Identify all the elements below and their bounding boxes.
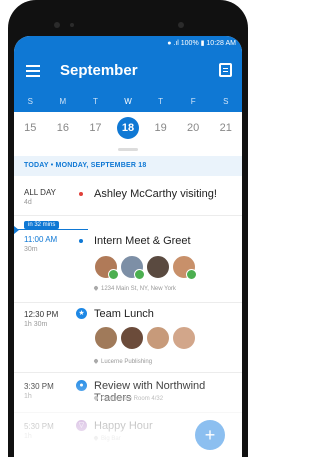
today-header: TODAY • MONDAY, SEPTEMBER 18: [14, 156, 242, 176]
event-duration: 1h 30m: [24, 321, 48, 328]
event-location: Lucerne Publishing: [93, 358, 153, 365]
event-title: Happy Hour: [94, 420, 153, 432]
weekday-label: M: [59, 97, 67, 106]
avatar[interactable]: [146, 255, 170, 279]
avatar[interactable]: [94, 255, 119, 280]
accepted-badge-icon: [186, 269, 197, 280]
add-event-button[interactable]: +: [195, 420, 225, 450]
event-title: Team Lunch: [94, 308, 154, 320]
avatar[interactable]: [172, 326, 196, 350]
date-cell[interactable]: 21: [209, 112, 242, 144]
accepted-badge-icon: [108, 269, 119, 280]
event-duration: 1h: [24, 393, 32, 400]
event-location-text: Big Bar: [101, 436, 121, 442]
phone-frame: ● .ıl 100% ▮ 10:28 AM September S M T W …: [8, 0, 248, 457]
agenda-event-row[interactable]: ALL DAY 4d Ashley McCarthy visiting!: [14, 176, 242, 216]
event-time: ALL DAY: [24, 188, 57, 197]
accepted-badge-icon: [134, 269, 145, 280]
now-indicator-label: in 32 mins: [24, 221, 60, 229]
event-duration: 30m: [24, 246, 38, 253]
weekday-label: S: [27, 97, 33, 106]
weekday-label: T: [93, 97, 98, 106]
event-time: 5:30 PM: [24, 422, 54, 431]
avatar[interactable]: [120, 255, 145, 280]
date-cell[interactable]: 20: [177, 112, 210, 144]
weekday-label: F: [190, 97, 196, 106]
weekday-label: S: [223, 97, 229, 106]
event-time: 12:30 PM: [24, 310, 59, 319]
utensils-icon: ★: [76, 308, 87, 319]
date-cell[interactable]: 19: [144, 112, 177, 144]
drag-handle[interactable]: [118, 148, 138, 151]
cocktail-icon: ▽: [76, 420, 87, 431]
status-bar: ● .ıl 100% ▮ 10:28 AM: [14, 36, 242, 52]
location-pin-icon: [93, 358, 99, 364]
date-strip: 15 16 17 18 19 20 21: [14, 112, 242, 144]
date-cell[interactable]: 15: [14, 112, 47, 144]
location-pin-icon: [93, 285, 99, 291]
event-duration: 1h: [24, 433, 32, 440]
weekday-header: S M T W T F S: [14, 92, 242, 112]
avatar[interactable]: [146, 326, 170, 350]
event-color-dot: [79, 192, 83, 196]
agenda-event-row[interactable]: 3:30 PM 1h ● Review with Northwind Trade…: [14, 373, 242, 413]
calendar-view-icon[interactable]: [219, 63, 232, 77]
hamburger-menu-icon[interactable]: [26, 65, 40, 77]
event-location: 1234 Main St, NY, New York: [93, 285, 176, 292]
event-location: Conference Room 4/32: [93, 395, 164, 402]
date-cell-selected[interactable]: 18: [112, 112, 145, 144]
camera-dot: [54, 22, 60, 28]
now-indicator-line: [14, 229, 88, 230]
people-icon: ●: [76, 380, 87, 391]
event-color-dot: [79, 239, 83, 243]
avatar[interactable]: [172, 255, 197, 280]
event-location-text: Lucerne Publishing: [101, 359, 153, 365]
event-location-text: 1234 Main St, NY, New York: [101, 286, 176, 292]
location-pin-icon: [93, 395, 99, 401]
front-camera-dot: [178, 22, 184, 28]
app-screen: ● .ıl 100% ▮ 10:28 AM September S M T W …: [14, 36, 242, 457]
event-title: Ashley McCarthy visiting!: [94, 188, 217, 200]
weekday-label: T: [158, 97, 164, 106]
app-bar: September: [14, 52, 242, 92]
location-pin-icon: [93, 435, 99, 441]
avatar[interactable]: [120, 326, 144, 350]
event-time: 11:00 AM: [24, 235, 58, 244]
selected-date-label: 18: [117, 117, 140, 139]
agenda-event-row[interactable]: 12:30 PM 1h 30m ★ Team Lunch Lucerne Pub…: [14, 303, 242, 373]
event-time: 3:30 PM: [24, 382, 54, 391]
event-duration: 4d: [24, 199, 32, 206]
sensor-dot: [70, 23, 74, 27]
event-location-text: Conference Room 4/32: [101, 396, 164, 402]
date-cell[interactable]: 16: [47, 112, 80, 144]
avatar[interactable]: [94, 326, 118, 350]
date-cell[interactable]: 17: [79, 112, 112, 144]
event-location: Big Bar: [93, 435, 121, 442]
month-title[interactable]: September: [60, 62, 138, 79]
event-title: Intern Meet & Greet: [94, 235, 191, 247]
weekday-label: W: [124, 97, 132, 106]
agenda-event-row[interactable]: 11:00 AM 30m Intern Meet & Greet 1234 Ma…: [14, 231, 242, 303]
